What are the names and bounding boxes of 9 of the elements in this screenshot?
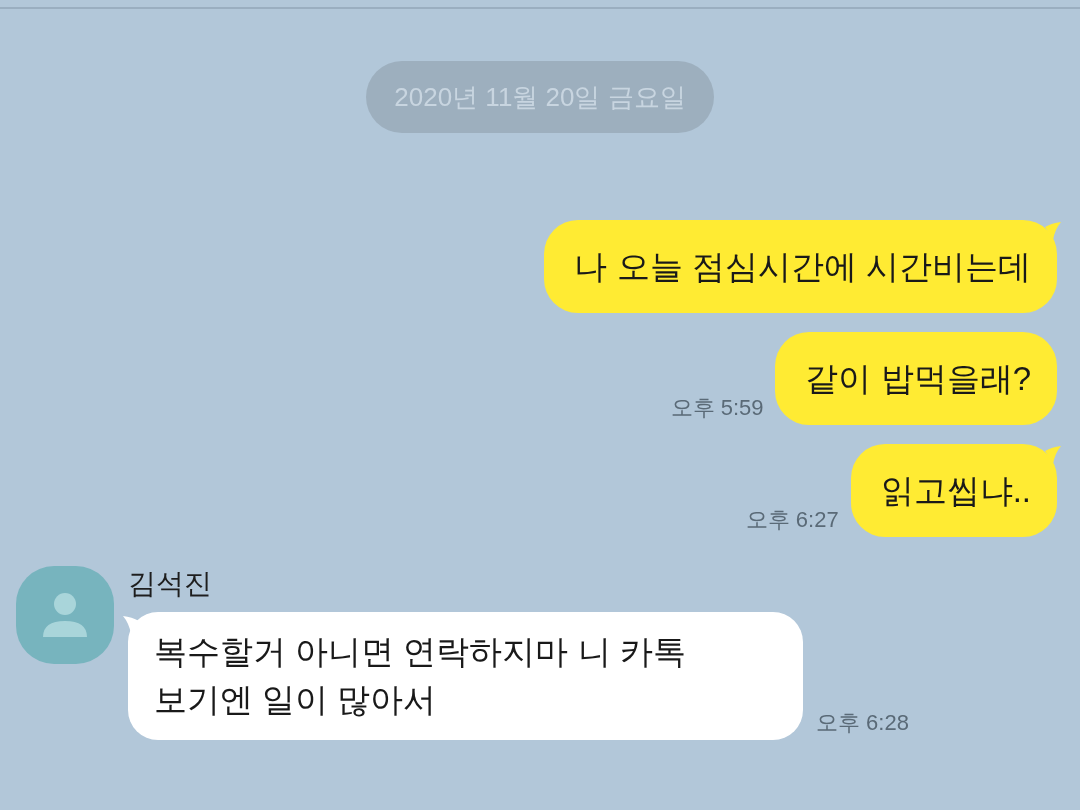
message-text: 같이 밥먹을래?	[805, 359, 1031, 399]
message-text: 읽고씹냐..	[880, 471, 1031, 511]
sender-name: 김석진	[128, 568, 212, 600]
message-text: 복수할거 아니면 연락하지마 니 카톡 보기엔 일이 많아서	[154, 632, 687, 720]
timestamp: 오후 6:28	[816, 710, 909, 736]
person-avatar-icon[interactable]	[16, 566, 114, 664]
timestamp: 오후 5:59	[670, 395, 764, 421]
timestamp: 오후 6:27	[745, 507, 839, 533]
message-text: 나 오늘 점심시간에 시간비는데	[574, 247, 1031, 287]
